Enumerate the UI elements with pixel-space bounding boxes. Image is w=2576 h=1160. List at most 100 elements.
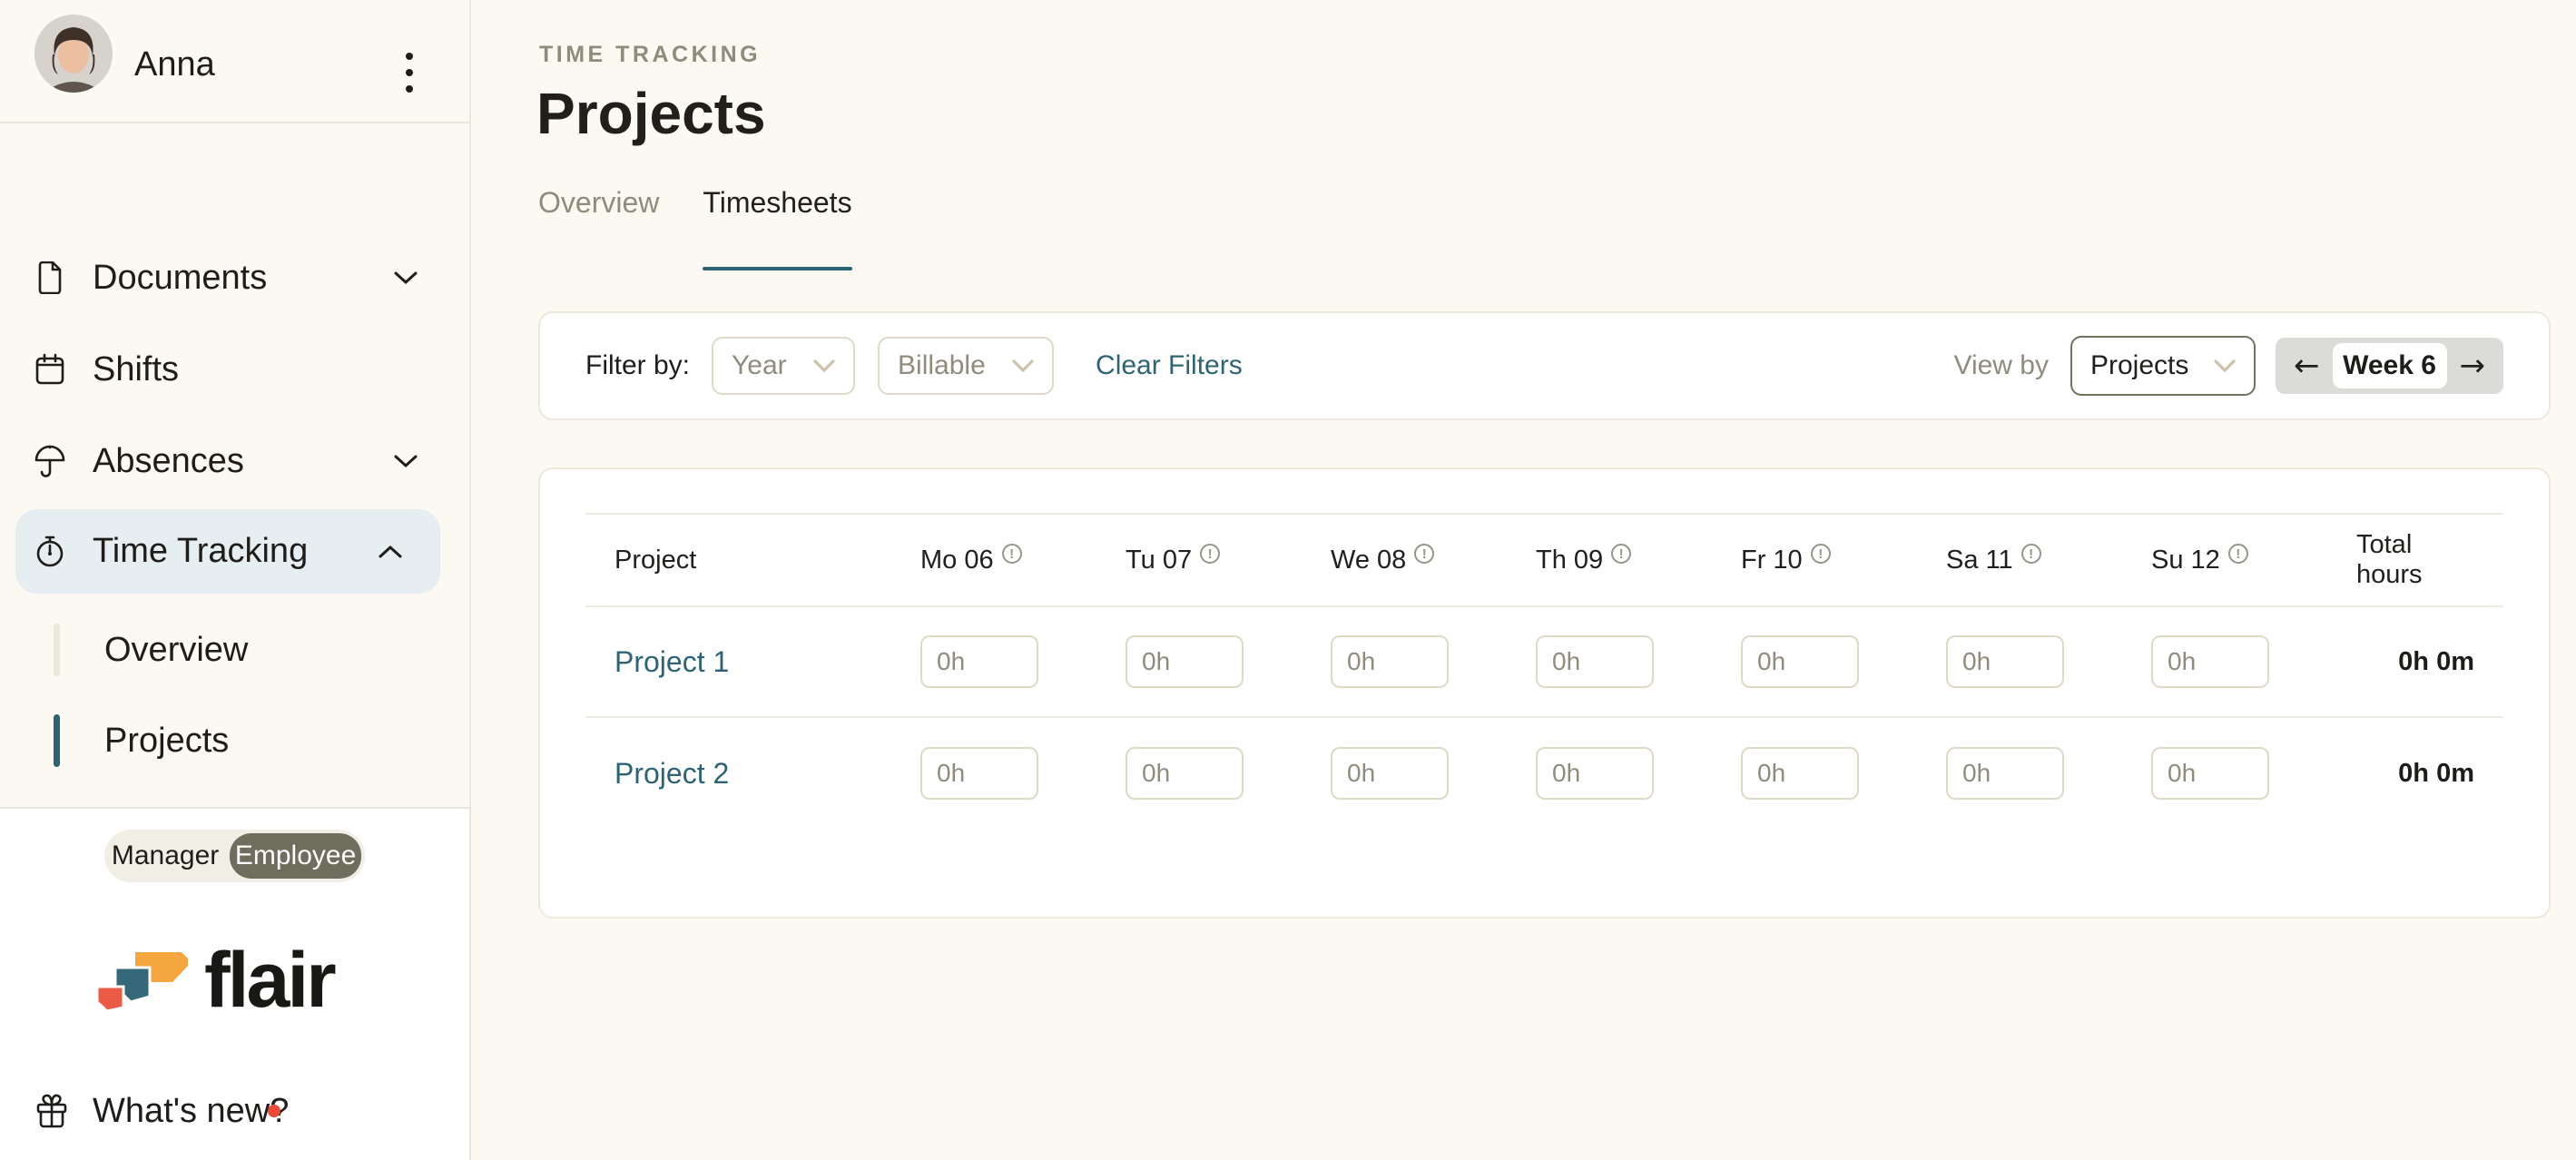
sidebar-item-time-tracking[interactable]: Time Tracking [15, 509, 440, 594]
previous-week-button[interactable]: ← [2288, 338, 2325, 394]
breadcrumb-eyebrow: TIME TRACKING [539, 42, 761, 68]
column-header-project: Project [585, 546, 920, 575]
flair-logo-mark [93, 950, 188, 1010]
column-header-total: Total hours [2356, 530, 2503, 590]
hours-input[interactable] [1536, 747, 1654, 800]
umbrella-icon [34, 445, 65, 477]
column-header-day: Mo 06! [920, 546, 1126, 575]
sidebar-item-label: Documents [93, 259, 267, 298]
table-row: Project 1 0h 0m [585, 607, 2503, 718]
avatar-image [34, 15, 113, 93]
row-total-hours: 0h 0m [2398, 647, 2503, 677]
sidebar-subitem-projects[interactable]: Projects [0, 710, 471, 772]
column-header-day: Su 12! [2151, 546, 2356, 575]
table-row: Project 2 0h 0m [585, 718, 2503, 829]
year-filter-select[interactable]: Year [712, 337, 855, 395]
gift-icon [36, 1094, 67, 1128]
project-link[interactable]: Project 1 [585, 645, 920, 679]
hours-input[interactable] [1741, 747, 1859, 800]
sidebar-item-label: Time Tracking [93, 532, 308, 571]
view-by-value: Projects [2090, 350, 2188, 381]
clear-filters-link[interactable]: Clear Filters [1096, 350, 1243, 381]
filter-by-label: Filter by: [585, 350, 690, 381]
sidebar-item-shifts[interactable]: Shifts [0, 339, 471, 400]
main-content: TIME TRACKING Projects Overview Timeshee… [471, 0, 2576, 1160]
hours-input[interactable] [1946, 635, 2064, 688]
info-icon[interactable]: ! [1002, 544, 1022, 564]
notification-dot [268, 1105, 280, 1117]
flair-logo-text: flair [204, 950, 334, 1010]
tab-overview[interactable]: Overview [538, 186, 659, 270]
hours-input[interactable] [1331, 747, 1449, 800]
tab-timesheets-label: Timesheets [703, 186, 851, 219]
page-title: Projects [536, 80, 766, 147]
timesheet-card: Project Mo 06! Tu 07! We 08! Th 09! Fr 1 [538, 467, 2551, 919]
profile-section: Anna [0, 0, 469, 123]
filter-bar: Filter by: Year Billable Clear Filters V… [538, 311, 2551, 420]
column-header-day: Tu 07! [1126, 546, 1331, 575]
info-icon[interactable]: ! [1200, 544, 1220, 564]
chevron-down-icon [1012, 359, 1034, 373]
sidebar-item-absences[interactable]: Absences [0, 430, 471, 492]
project-link[interactable]: Project 2 [585, 757, 920, 791]
billable-filter-select[interactable]: Billable [878, 337, 1054, 395]
avatar[interactable] [34, 15, 113, 93]
timesheet-table: Project Mo 06! Tu 07! We 08! Th 09! Fr 1 [585, 513, 2503, 829]
hours-input[interactable] [2151, 747, 2269, 800]
hours-input[interactable] [1331, 635, 1449, 688]
hours-input[interactable] [1536, 635, 1654, 688]
hours-input[interactable] [1741, 635, 1859, 688]
column-header-day: We 08! [1331, 546, 1536, 575]
stopwatch-icon [34, 536, 65, 568]
hours-input[interactable] [920, 635, 1038, 688]
whats-new-link[interactable]: What's new? [0, 1081, 469, 1143]
flair-logo: flair [93, 950, 334, 1010]
active-tab-underline [703, 267, 851, 270]
current-week-label: Week 6 [2333, 343, 2447, 388]
sidebar-item-label: Shifts [93, 350, 179, 389]
column-header-day: Th 09! [1536, 546, 1741, 575]
hours-input[interactable] [1126, 635, 1244, 688]
billable-filter-value: Billable [898, 350, 986, 381]
calendar-icon [34, 353, 65, 386]
info-icon[interactable]: ! [1811, 544, 1831, 564]
row-total-hours: 0h 0m [2398, 759, 2503, 789]
role-toggle: Manager Employee [104, 830, 365, 882]
sidebar-bottom-panel: Manager Employee flair [0, 807, 469, 1160]
info-icon[interactable]: ! [2228, 544, 2248, 564]
document-icon [34, 261, 65, 294]
table-header-row: Project Mo 06! Tu 07! We 08! Th 09! Fr 1 [585, 513, 2503, 607]
view-by-label: View by [1953, 350, 2049, 381]
app-root: Anna Documents [0, 0, 2576, 1160]
sidebar: Anna Documents [0, 0, 471, 1160]
hours-input[interactable] [1946, 747, 2064, 800]
chevron-down-icon [393, 453, 418, 469]
info-icon[interactable]: ! [1414, 544, 1434, 564]
chevron-down-icon [2214, 359, 2236, 373]
next-week-button[interactable]: → [2454, 338, 2492, 394]
hours-input[interactable] [2151, 635, 2269, 688]
sidebar-item-label: Absences [93, 442, 244, 481]
subitem-label: Projects [104, 722, 229, 761]
view-by-select[interactable]: Projects [2070, 336, 2256, 396]
subitem-active-indicator [54, 714, 60, 767]
role-toggle-employee[interactable]: Employee [230, 833, 361, 879]
sidebar-item-documents[interactable]: Documents [0, 247, 471, 309]
tab-timesheets[interactable]: Timesheets [703, 186, 851, 270]
info-icon[interactable]: ! [2021, 544, 2041, 564]
chevron-up-icon [378, 544, 403, 560]
hours-input[interactable] [1126, 747, 1244, 800]
chevron-down-icon [393, 270, 418, 286]
sidebar-subitem-overview[interactable]: Overview [0, 619, 471, 681]
column-header-day: Sa 11! [1946, 546, 2151, 575]
role-toggle-manager[interactable]: Manager [104, 841, 226, 871]
kebab-menu-icon[interactable] [406, 53, 413, 102]
user-name: Anna [134, 45, 215, 84]
info-icon[interactable]: ! [1611, 544, 1631, 564]
hours-input[interactable] [920, 747, 1038, 800]
whats-new-label: What's new? [93, 1092, 289, 1131]
week-navigator: ← Week 6 → [2276, 338, 2503, 394]
chevron-down-icon [813, 359, 835, 373]
tab-bar: Overview Timesheets [538, 186, 852, 270]
year-filter-value: Year [732, 350, 787, 381]
